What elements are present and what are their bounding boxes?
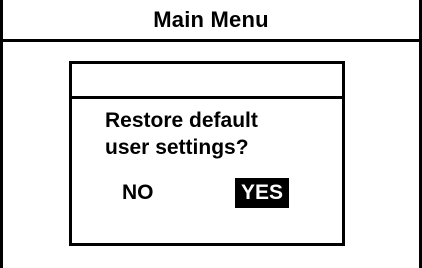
yes-button[interactable]: YES — [235, 178, 290, 208]
device-screen: Main Menu Restore default user settings?… — [0, 0, 422, 268]
no-button[interactable]: NO — [122, 178, 154, 208]
dialog-message-line-1: Restore default — [105, 109, 258, 132]
dialog-message-line-2: user settings? — [105, 136, 249, 159]
confirm-dialog: Restore default user settings? NO YES — [69, 61, 345, 246]
menu-header: Main Menu — [3, 0, 419, 42]
dialog-message: Restore default user settings? — [105, 107, 335, 161]
dialog-title-bar — [72, 64, 342, 99]
menu-title: Main Menu — [153, 6, 269, 32]
